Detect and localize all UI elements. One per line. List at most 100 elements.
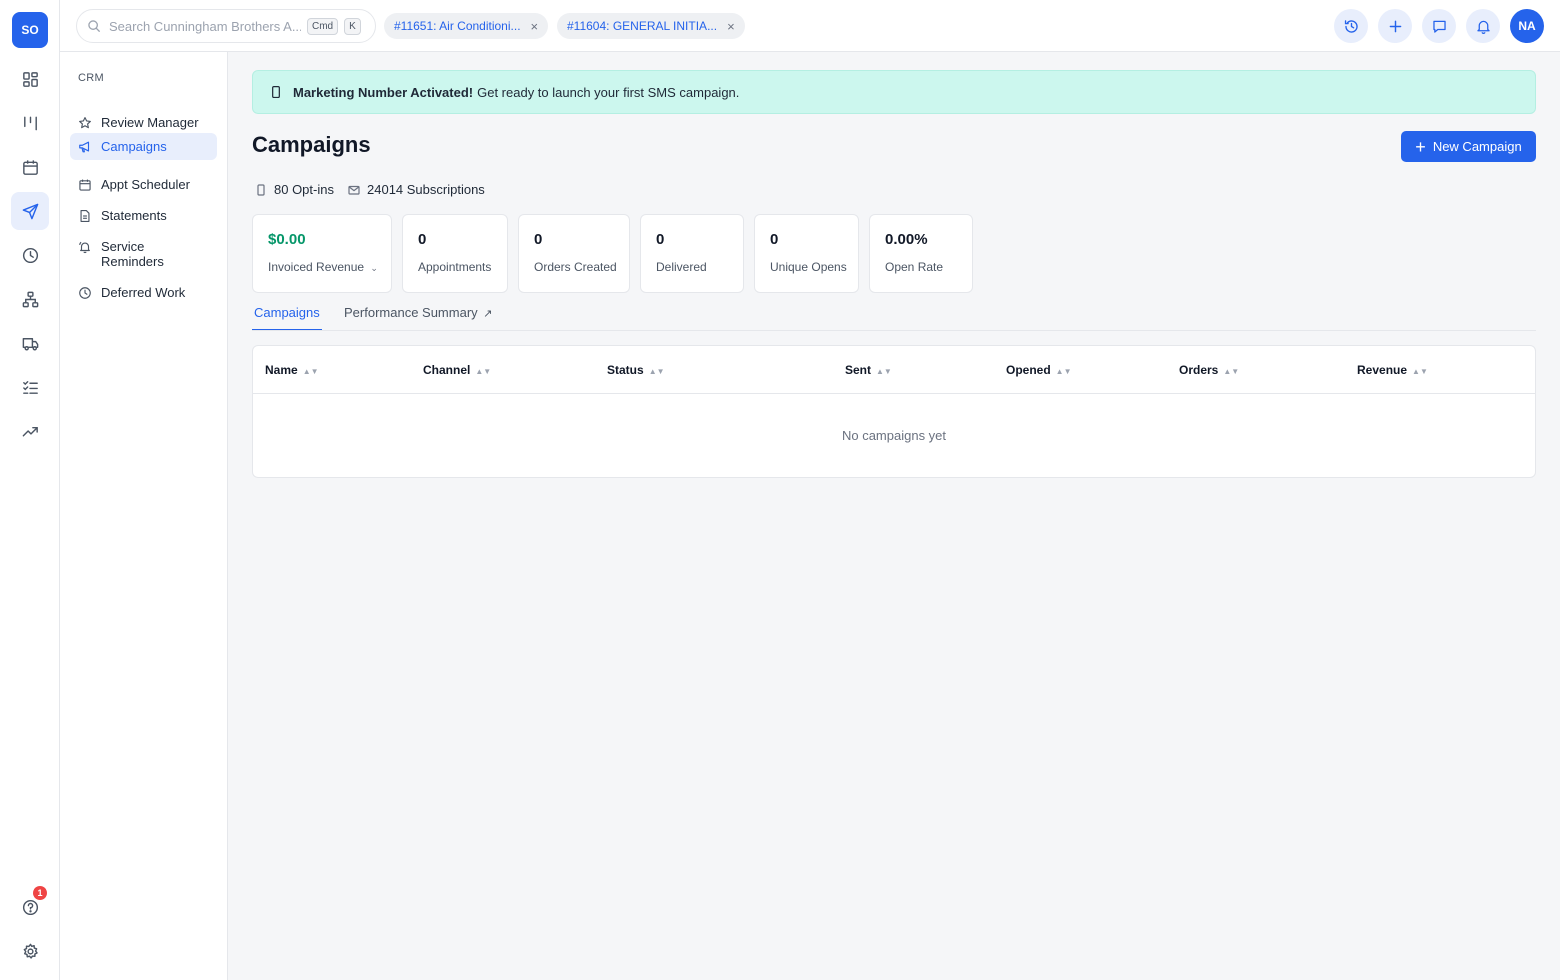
column-header-name[interactable]: Name ▲▼ [265, 363, 319, 377]
sidebar-item-statements[interactable]: Statements [70, 202, 217, 229]
sort-icon: ▲▼ [302, 367, 319, 376]
empty-state: No campaigns yet [841, 428, 947, 443]
tab-campaigns[interactable]: Campaigns [252, 305, 322, 331]
sidebar-item-appt-scheduler[interactable]: Appt Scheduler [70, 171, 217, 198]
column-header-sent[interactable]: Sent ▲▼ [845, 363, 892, 377]
user-avatar[interactable]: NA [1510, 9, 1544, 43]
stat-label: Open Rate [885, 260, 944, 274]
document-icon [80, 210, 90, 222]
board-icon[interactable] [11, 104, 49, 142]
search-icon [88, 20, 100, 32]
chip-label: #11651: Air Conditioni... [394, 19, 521, 33]
top-bar: Search Cunningham Brothers A... Cmd K #1… [60, 0, 1560, 52]
close-icon[interactable]: × [531, 19, 539, 34]
icon-rail: SO 1 [0, 0, 60, 980]
sidebar-item-review-manager[interactable]: Review Manager [70, 109, 217, 136]
chip-label: #11604: GENERAL INITIA... [567, 19, 718, 33]
sidebar-item-service-reminders[interactable]: Service Reminders [70, 233, 217, 275]
column-header-orders[interactable]: Orders ▲▼ [1179, 363, 1239, 377]
tab-divider [252, 330, 1536, 331]
stat-label: Appointments [418, 260, 492, 274]
sidebar-item-label: Campaigns [101, 139, 167, 154]
stat-label: Invoiced Revenue ⌄ [268, 260, 378, 274]
stat-open-rate: 0.00% Open Rate [869, 214, 973, 293]
stat-label: Orders Created [534, 260, 617, 274]
external-link-icon: ↗ [483, 308, 493, 320]
campaigns-table: Name ▲▼ Channel ▲▼ Status ▲▼ Sent ▲▼ Opened ▲… [252, 345, 1536, 478]
stat-appointments: 0 Appointments [402, 214, 508, 293]
history-icon[interactable] [1334, 9, 1368, 43]
sort-icon: ▲▼ [475, 367, 492, 376]
chevron-down-icon: ⌄ [370, 263, 378, 273]
send-icon[interactable] [11, 192, 49, 230]
sort-icon: ▲▼ [1412, 367, 1428, 376]
megaphone-icon [79, 141, 90, 153]
clock-icon [79, 287, 91, 299]
stat-value: 0 [418, 231, 427, 248]
star-icon [79, 117, 91, 129]
new-campaign-label: New Campaign [1432, 139, 1522, 154]
stat-invoiced-revenue[interactable]: $0.00 Invoiced Revenue ⌄ [252, 214, 392, 293]
sidebar-item-campaigns[interactable]: Campaigns [70, 133, 217, 160]
bell-ring-icon [79, 241, 90, 254]
plus-icon: + [1415, 136, 1426, 157]
phone-icon [272, 85, 280, 99]
sidebar-item-deferred-work[interactable]: Deferred Work [70, 279, 217, 306]
add-icon[interactable] [1378, 9, 1412, 43]
tab-performance-summary[interactable]: Performance Summary ↗ [344, 305, 493, 331]
org-chart-icon[interactable] [11, 280, 49, 318]
calendar-icon[interactable] [11, 148, 49, 186]
recent-tab-chip[interactable]: #11651: Air Conditioni... × [384, 13, 549, 39]
optins-label: 80 Opt-ins [274, 182, 334, 197]
sidebar-item-label: Statements [101, 208, 167, 223]
column-header-opened[interactable]: Opened ▲▼ [1006, 363, 1072, 377]
trending-up-icon[interactable] [11, 412, 49, 450]
kbd-k: K [344, 17, 361, 35]
stat-label: Delivered [656, 260, 707, 274]
clock-icon[interactable] [11, 236, 49, 274]
column-header-revenue[interactable]: Revenue ▲▼ [1357, 363, 1428, 377]
banner-text: Get ready to launch your first SMS campa… [477, 84, 740, 100]
subscriptions-count: 24014 Subscriptions [348, 182, 485, 197]
sidebar-section-title: CRM [78, 72, 104, 84]
bell-icon[interactable] [1466, 9, 1500, 43]
org-logo[interactable]: SO [12, 12, 48, 48]
sort-icon: ▲▼ [1223, 367, 1240, 376]
mail-icon [348, 185, 360, 195]
sort-icon: ▲▼ [876, 367, 892, 376]
stat-delivered: 0 Delivered [640, 214, 744, 293]
sidebar-item-label: Service Reminders [101, 239, 164, 269]
new-campaign-button[interactable]: + New Campaign [1401, 131, 1536, 162]
checklist-icon[interactable] [11, 368, 49, 406]
search-placeholder: Search Cunningham Brothers A... [109, 18, 301, 34]
calendar-icon [79, 179, 91, 191]
page-title: Campaigns [252, 132, 371, 157]
help-icon[interactable]: 1 [11, 886, 49, 926]
stat-value: 0 [534, 231, 543, 248]
sort-icon: ▲▼ [648, 367, 665, 376]
help-badge: 1 [33, 886, 47, 900]
stat-value: $0.00 [268, 231, 306, 248]
stat-orders-created: 0 Orders Created [518, 214, 630, 293]
column-header-status[interactable]: Status ▲▼ [607, 363, 665, 377]
kbd-cmd: Cmd [307, 17, 339, 35]
stat-value: 0 [656, 231, 665, 248]
truck-icon[interactable] [11, 324, 49, 362]
banner-headline: Marketing Number Activated! [293, 84, 474, 100]
settings-icon[interactable] [11, 932, 49, 970]
stat-label: Unique Opens [770, 260, 847, 274]
global-search[interactable]: Search Cunningham Brothers A... Cmd K [76, 9, 376, 43]
sidebar-item-label: Deferred Work [101, 285, 186, 300]
chat-icon[interactable] [1422, 9, 1456, 43]
column-header-channel[interactable]: Channel ▲▼ [423, 363, 491, 377]
sidebar-item-label: Review Manager [101, 115, 199, 130]
phone-icon [257, 183, 265, 196]
close-icon[interactable]: × [727, 19, 735, 34]
sidebar-item-label: Appt Scheduler [101, 177, 190, 192]
sort-icon: ▲▼ [1055, 367, 1072, 376]
dashboard-icon[interactable] [11, 60, 49, 98]
recent-tab-chip[interactable]: #11604: GENERAL INITIA... × [557, 13, 745, 39]
table-header: Name ▲▼ Channel ▲▼ Status ▲▼ Sent ▲▼ Opened ▲… [253, 346, 1535, 394]
subscriptions-label: 24014 Subscriptions [367, 182, 485, 197]
stat-value: 0.00% [885, 231, 928, 248]
